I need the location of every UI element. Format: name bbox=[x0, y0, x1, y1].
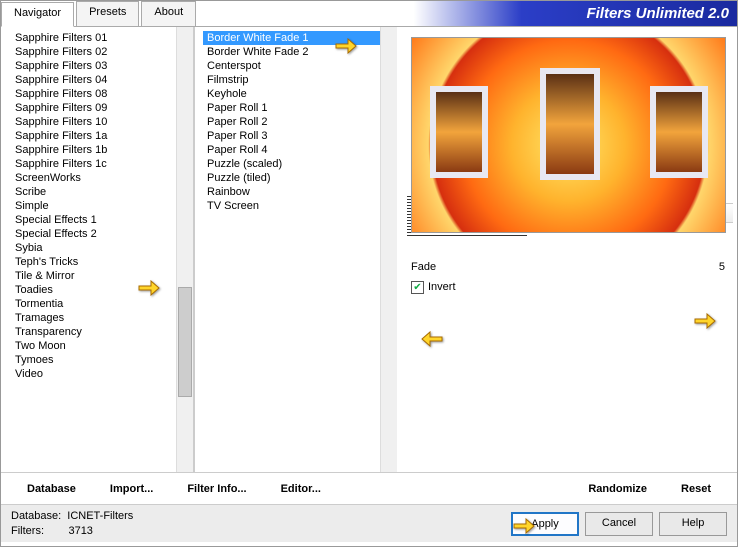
category-item[interactable]: Sybia bbox=[11, 241, 176, 255]
status-db-value: ICNET-Filters bbox=[67, 510, 133, 522]
apply-button[interactable]: Apply bbox=[511, 512, 579, 536]
cancel-button[interactable]: Cancel bbox=[585, 512, 653, 536]
category-item[interactable]: Sapphire Filters 03 bbox=[11, 59, 176, 73]
category-item[interactable]: Sapphire Filters 01 bbox=[11, 31, 176, 45]
category-scrollbar[interactable] bbox=[176, 27, 193, 472]
filter-info-button[interactable]: Filter Info... bbox=[173, 480, 260, 498]
category-item[interactable]: Sapphire Filters 09 bbox=[11, 101, 176, 115]
param-fade-value[interactable]: 5 bbox=[695, 261, 725, 273]
import-button[interactable]: Import... bbox=[96, 480, 167, 498]
tab-navigator[interactable]: Navigator bbox=[1, 2, 74, 27]
category-item[interactable]: Video bbox=[11, 367, 176, 381]
category-item[interactable]: Sapphire Filters 08 bbox=[11, 87, 176, 101]
category-item[interactable]: Sapphire Filters 04 bbox=[11, 73, 176, 87]
filter-item[interactable]: Border White Fade 1 bbox=[203, 31, 380, 45]
preview-image bbox=[411, 37, 726, 233]
category-item[interactable]: Simple bbox=[11, 199, 176, 213]
category-item[interactable]: Teph's Tricks bbox=[11, 255, 176, 269]
randomize-button[interactable]: Randomize bbox=[574, 480, 661, 498]
category-item[interactable]: Tile & Mirror bbox=[11, 269, 176, 283]
category-item[interactable]: Sapphire Filters 02 bbox=[11, 45, 176, 59]
category-item[interactable]: Scribe bbox=[11, 185, 176, 199]
status-filters-label: Filters: bbox=[11, 525, 44, 537]
status-db-label: Database: bbox=[11, 510, 61, 522]
reset-button[interactable]: Reset bbox=[667, 480, 725, 498]
filter-item[interactable]: Border White Fade 2 bbox=[203, 45, 380, 59]
filter-list[interactable]: Border White Fade 1Border White Fade 2Ce… bbox=[195, 27, 380, 472]
filter-item[interactable]: Rainbow bbox=[203, 185, 380, 199]
filter-item[interactable]: Paper Roll 4 bbox=[203, 143, 380, 157]
filter-item[interactable]: Keyhole bbox=[203, 87, 380, 101]
category-item[interactable]: Tormentia bbox=[11, 297, 176, 311]
filter-item[interactable]: Puzzle (tiled) bbox=[203, 171, 380, 185]
category-item[interactable]: Sapphire Filters 1a bbox=[11, 129, 176, 143]
scroll-thumb[interactable] bbox=[178, 287, 192, 397]
param-invert-label: Invert bbox=[428, 281, 456, 293]
category-item[interactable]: Sapphire Filters 1c bbox=[11, 157, 176, 171]
tab-presets[interactable]: Presets bbox=[76, 1, 139, 26]
tab-about[interactable]: About bbox=[141, 1, 196, 26]
filter-item[interactable]: Paper Roll 3 bbox=[203, 129, 380, 143]
category-item[interactable]: Sapphire Filters 1b bbox=[11, 143, 176, 157]
editor-button[interactable]: Editor... bbox=[267, 480, 335, 498]
category-item[interactable]: Sapphire Filters 10 bbox=[11, 115, 176, 129]
category-item[interactable]: Tymoes bbox=[11, 353, 176, 367]
status-filters-value: 3713 bbox=[68, 525, 92, 537]
filter-item[interactable]: TV Screen bbox=[203, 199, 380, 213]
category-item[interactable]: Two Moon bbox=[11, 339, 176, 353]
filter-item[interactable]: Paper Roll 2 bbox=[203, 115, 380, 129]
filter-scrollbar[interactable] bbox=[380, 27, 397, 472]
category-item[interactable]: Toadies bbox=[11, 283, 176, 297]
filter-item[interactable]: Puzzle (scaled) bbox=[203, 157, 380, 171]
filter-item[interactable]: Centerspot bbox=[203, 59, 380, 73]
help-button[interactable]: Help bbox=[659, 512, 727, 536]
category-item[interactable]: Tramages bbox=[11, 311, 176, 325]
category-item[interactable]: Special Effects 2 bbox=[11, 227, 176, 241]
category-item[interactable]: Transparency bbox=[11, 325, 176, 339]
invert-checkbox[interactable]: ✔ bbox=[411, 281, 424, 294]
category-item[interactable]: ScreenWorks bbox=[11, 171, 176, 185]
filter-item[interactable]: Filmstrip bbox=[203, 73, 380, 87]
category-list[interactable]: Sapphire Filters 01Sapphire Filters 02Sa… bbox=[1, 27, 176, 472]
category-item[interactable]: Special Effects 1 bbox=[11, 213, 176, 227]
app-title: Filters Unlimited 2.0 bbox=[198, 1, 737, 26]
param-fade-label: Fade bbox=[411, 261, 695, 273]
database-button[interactable]: Database bbox=[13, 480, 90, 498]
filter-item[interactable]: Paper Roll 1 bbox=[203, 101, 380, 115]
